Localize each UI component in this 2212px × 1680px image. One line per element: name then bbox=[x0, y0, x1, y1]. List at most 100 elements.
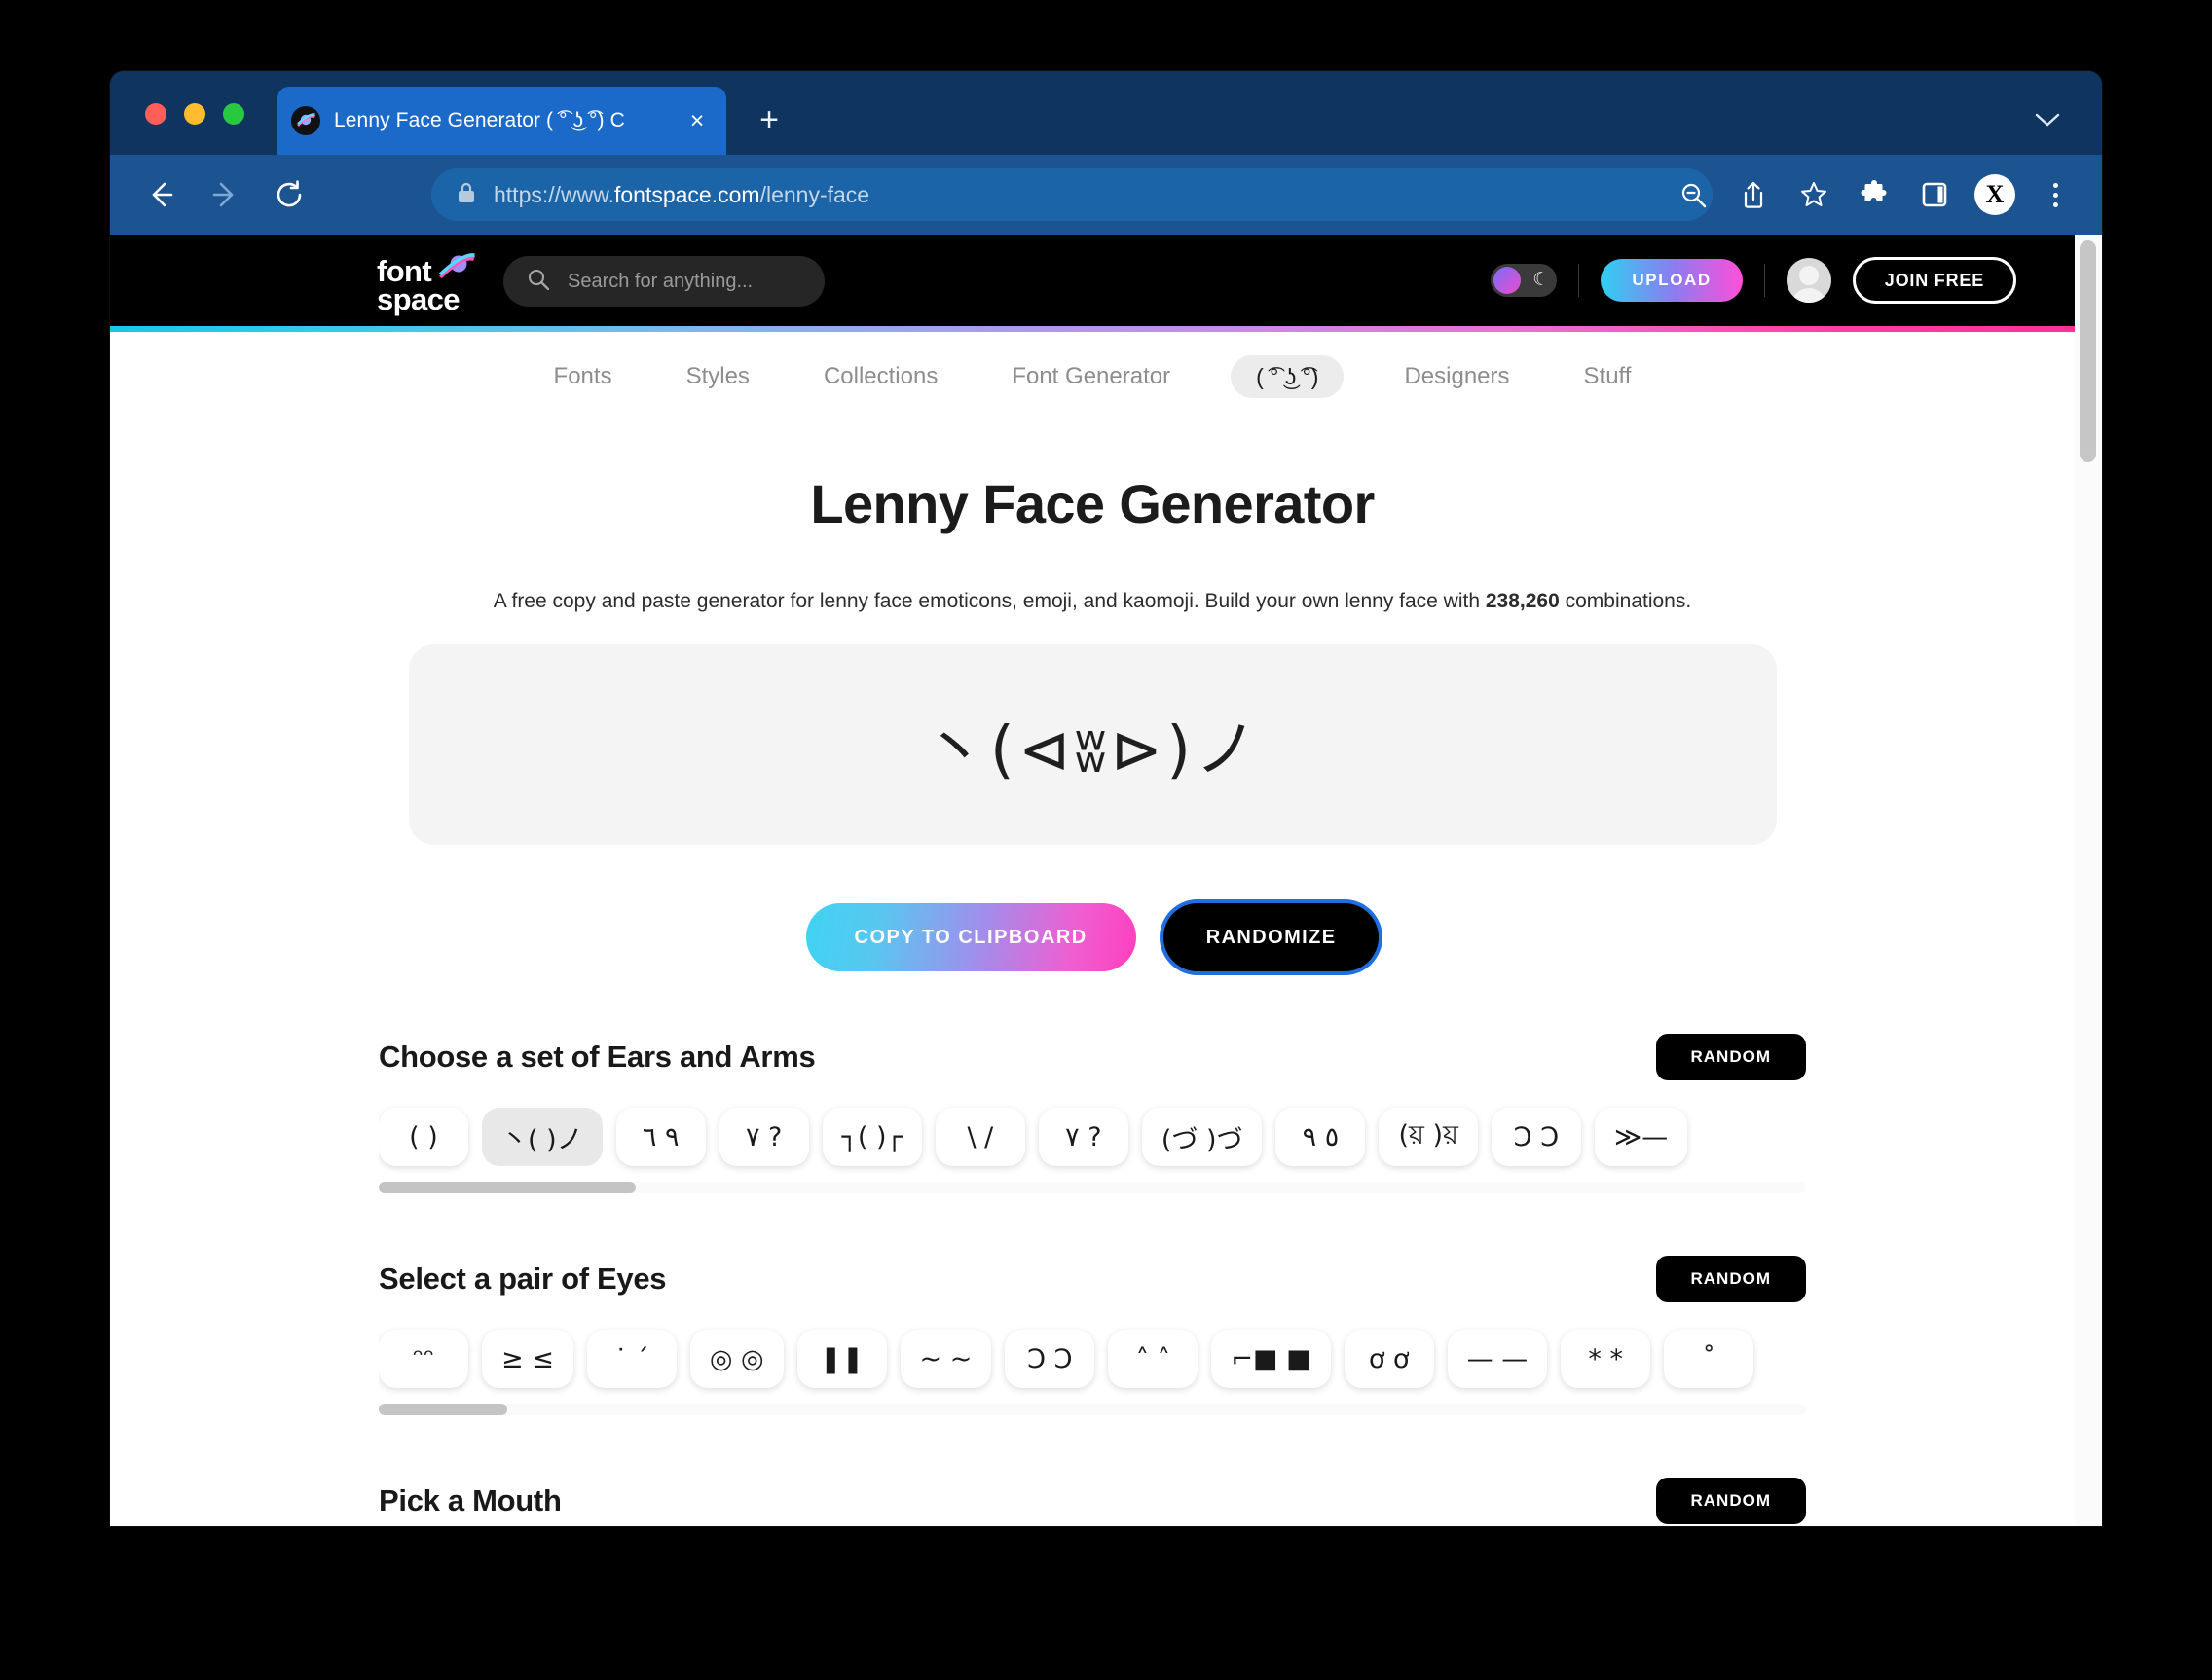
random-button-mouth[interactable]: RANDOM bbox=[1655, 1478, 1806, 1524]
option-row[interactable]: ( ) 丶( )ノ ٩ ٦٧ ? ┐( )┌ \ /٧ ? (づ )づ ٥ ٩ (য় )য় Ɔ … bbox=[379, 1102, 1806, 1176]
chrome-menu-icon[interactable] bbox=[2030, 169, 2081, 220]
option-chip[interactable]: ❚❚ bbox=[796, 1330, 887, 1388]
forward-icon[interactable] bbox=[198, 167, 252, 222]
option-chip[interactable]: ơ ơ bbox=[1344, 1330, 1434, 1388]
reload-icon[interactable] bbox=[262, 167, 316, 222]
toggle-knob bbox=[1493, 267, 1522, 294]
action-buttons: COPY TO CLIPBOARD RANDOMIZE bbox=[110, 903, 2075, 971]
lenny-preview-text: 丶(⊲ʬ⊳)ノ bbox=[923, 714, 1262, 786]
nav-item-collections[interactable]: Collections bbox=[787, 363, 975, 390]
option-chip[interactable]: ٧ ? bbox=[1038, 1108, 1128, 1166]
bookmark-star-icon[interactable] bbox=[1788, 169, 1839, 220]
upload-button[interactable]: UPLOAD bbox=[1601, 259, 1743, 302]
address-bar-url: https://www.fontspace.com/lenny-face bbox=[494, 182, 869, 208]
option-chip[interactable]: ٩ ٦ bbox=[615, 1108, 706, 1166]
option-chip[interactable]: * * bbox=[1561, 1330, 1651, 1388]
scrollbar-thumb[interactable] bbox=[2080, 240, 2096, 462]
profile-avatar-icon[interactable]: X bbox=[1970, 169, 2020, 220]
browser-tab-strip: Lenny Face Generator ( ͡° ͜ʖ ͡°) C × + bbox=[110, 71, 2102, 155]
copy-to-clipboard-button[interactable]: COPY TO CLIPBOARD bbox=[805, 903, 1136, 971]
search-icon bbox=[527, 268, 550, 296]
horizontal-scrollbar[interactable] bbox=[379, 1182, 1806, 1193]
nav-item-lenny[interactable]: ( ͡° ͜ʖ ͡°) bbox=[1231, 355, 1345, 398]
option-chip[interactable]: — — bbox=[1447, 1330, 1548, 1388]
scrollbar-thumb[interactable] bbox=[379, 1182, 636, 1193]
planet-icon bbox=[437, 250, 478, 286]
scrollbar-thumb[interactable] bbox=[379, 1404, 507, 1415]
option-chip[interactable]: 丶( )ノ bbox=[482, 1108, 603, 1166]
browser-tab-title: Lenny Face Generator ( ͡° ͜ʖ ͡°) C bbox=[334, 109, 625, 131]
side-panel-icon[interactable] bbox=[1909, 169, 1960, 220]
site-search[interactable] bbox=[503, 256, 825, 307]
option-chip[interactable]: ◎ ◎ bbox=[689, 1330, 784, 1388]
site-header: font space ☾ UPLOAD bbox=[110, 235, 2075, 326]
close-window-button[interactable] bbox=[145, 103, 166, 125]
page-content: font space ☾ UPLOAD bbox=[110, 235, 2075, 1526]
page-title: Lenny Face Generator bbox=[810, 473, 1375, 534]
avatar[interactable] bbox=[1786, 258, 1831, 303]
address-bar[interactable]: https://www.fontspace.com/lenny-face bbox=[431, 168, 1713, 221]
option-chip[interactable]: ┐( )┌ bbox=[822, 1108, 922, 1166]
page-scrollbar[interactable] bbox=[2075, 235, 2102, 1526]
option-chip[interactable]: Ɔ Ɔ bbox=[1491, 1108, 1581, 1166]
section-header: Select a pair of Eyes RANDOM bbox=[379, 1256, 1806, 1302]
section-title: Select a pair of Eyes bbox=[379, 1261, 667, 1296]
subtitle-before: A free copy and paste generator for lenn… bbox=[493, 590, 1486, 612]
url-path: /lenny-face bbox=[759, 181, 870, 207]
option-chip[interactable]: ٥ ٩ bbox=[1275, 1108, 1366, 1166]
section-eyes: Select a pair of Eyes RANDOM ᵔᵔ ≥ ≤ ˙ ´ ◎ ◎ ❚❚… bbox=[110, 1256, 2075, 1415]
browser-toolbar: https://www.fontspace.com/lenny-face X bbox=[110, 155, 2102, 235]
option-chip[interactable]: ( ) bbox=[379, 1108, 468, 1166]
nav-item-designers[interactable]: Designers bbox=[1367, 363, 1546, 390]
section-title: Pick a Mouth bbox=[379, 1483, 562, 1517]
page-viewport: font space ☾ UPLOAD bbox=[110, 235, 2102, 1526]
option-chip[interactable]: ⌐■ ■ bbox=[1211, 1330, 1331, 1388]
close-tab-icon[interactable]: × bbox=[682, 105, 713, 136]
nav-item-font-generator[interactable]: Font Generator bbox=[975, 363, 1207, 390]
horizontal-scrollbar[interactable] bbox=[379, 1404, 1806, 1415]
option-chip[interactable]: ≥ ≤ bbox=[482, 1330, 573, 1388]
logo-line-2: space bbox=[377, 281, 461, 316]
section-ears-and-arms: Choose a set of Ears and Arms RANDOM ( ) 丶(… bbox=[110, 1034, 2075, 1193]
minimize-window-button[interactable] bbox=[184, 103, 205, 125]
new-tab-button[interactable]: + bbox=[748, 98, 791, 141]
option-chip[interactable]: \ / bbox=[935, 1108, 1025, 1166]
zoom-out-icon[interactable] bbox=[1668, 169, 1718, 220]
option-chip[interactable]: (づ )づ bbox=[1141, 1108, 1263, 1166]
option-chip[interactable]: ≫— bbox=[1594, 1108, 1688, 1166]
chevron-down-icon[interactable] bbox=[2028, 100, 2067, 139]
combination-count: 238,260 bbox=[1485, 590, 1560, 612]
section-title: Choose a set of Ears and Arms bbox=[379, 1040, 816, 1074]
random-button-ears-and-arms[interactable]: RANDOM bbox=[1655, 1034, 1806, 1080]
option-chip[interactable]: (য় )য় bbox=[1379, 1108, 1478, 1166]
random-button-eyes[interactable]: RANDOM bbox=[1655, 1256, 1806, 1302]
back-icon[interactable] bbox=[133, 167, 188, 222]
lenny-preview-box[interactable]: 丶(⊲ʬ⊳)ノ bbox=[408, 644, 1777, 845]
option-chip[interactable]: ٧ ? bbox=[719, 1108, 809, 1166]
fontspace-planet-icon bbox=[291, 106, 320, 135]
join-free-button[interactable]: JOIN FREE bbox=[1852, 257, 2016, 304]
option-chip[interactable]: ˚ bbox=[1664, 1330, 1754, 1388]
option-chip[interactable]: Ɔ Ɔ bbox=[1005, 1330, 1095, 1388]
section-mouth: Pick a MouthRANDOMلع▽Ѧ∪Ʉ∩Ɔᴗε!▤لل̲ɕɕᴗ□ bbox=[110, 1478, 2075, 1526]
dark-mode-toggle[interactable]: ☾ bbox=[1491, 264, 1558, 297]
browser-toolbar-icons: X bbox=[1668, 155, 2081, 235]
nav-item-fonts[interactable]: Fonts bbox=[517, 363, 649, 390]
option-chip[interactable]: ˙ ´ bbox=[586, 1330, 677, 1388]
extensions-puzzle-icon[interactable] bbox=[1849, 169, 1899, 220]
share-icon[interactable] bbox=[1728, 169, 1779, 220]
profile-initial: X bbox=[1974, 174, 2015, 215]
maximize-window-button[interactable] bbox=[223, 103, 244, 125]
option-chip[interactable]: ˄ ˄ bbox=[1108, 1330, 1198, 1388]
fontspace-logo[interactable]: font space bbox=[377, 253, 475, 316]
randomize-button[interactable]: RANDOMIZE bbox=[1162, 903, 1380, 971]
browser-tab[interactable]: Lenny Face Generator ( ͡° ͜ʖ ͡°) C × bbox=[277, 87, 726, 155]
page-subtitle: A free copy and paste generator for lenn… bbox=[110, 590, 2075, 613]
option-chip[interactable]: ~ ~ bbox=[900, 1330, 992, 1388]
nav-item-styles[interactable]: Styles bbox=[649, 363, 787, 390]
divider bbox=[1763, 264, 1765, 297]
search-input[interactable] bbox=[566, 269, 801, 294]
option-chip[interactable]: ᵔᵔ bbox=[379, 1330, 468, 1388]
nav-item-stuff[interactable]: Stuff bbox=[1547, 363, 1669, 390]
option-row[interactable]: ᵔᵔ ≥ ≤ ˙ ´ ◎ ◎ ❚❚ ~ ~ Ɔ Ɔ ˄ ˄ ⌐■ ■ ơ ơ — — * * ˚ bbox=[379, 1324, 1806, 1398]
